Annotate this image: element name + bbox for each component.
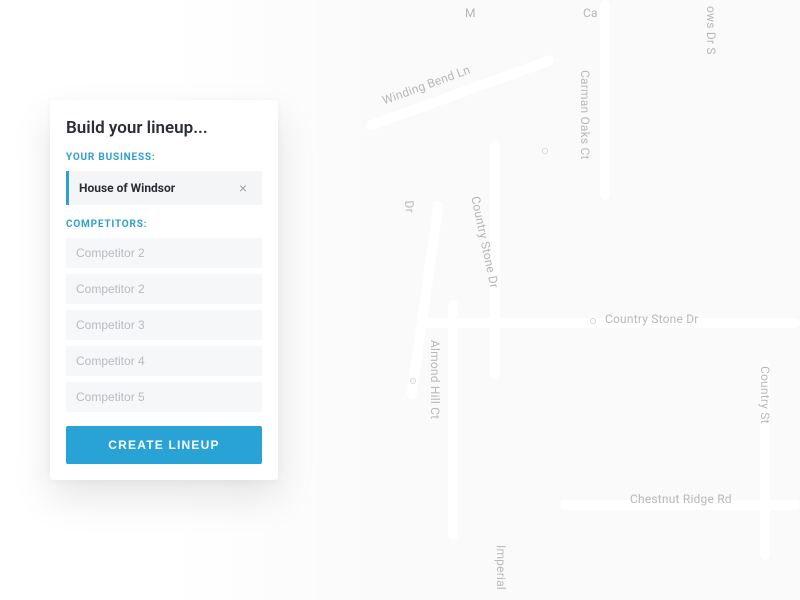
competitor-input-3[interactable] xyxy=(66,310,262,340)
your-business-label: YOUR BUSINESS: xyxy=(66,152,262,163)
competitor-input-5[interactable] xyxy=(66,382,262,412)
clear-business-button[interactable]: × xyxy=(234,179,252,197)
create-lineup-button[interactable]: CREATE LINEUP xyxy=(66,426,262,464)
close-icon: × xyxy=(239,180,247,196)
street-label: Almond Hill Ct xyxy=(428,340,442,419)
competitor-input-4[interactable] xyxy=(66,346,262,376)
competitor-input-1[interactable] xyxy=(66,238,262,268)
competitor-input-2[interactable] xyxy=(66,274,262,304)
street-label-partial: Country St xyxy=(758,366,772,424)
business-name: House of Windsor xyxy=(79,181,234,195)
competitors-label: COMPETITORS: xyxy=(66,219,262,230)
street-label: Carman Oaks Ct xyxy=(578,70,592,160)
business-row: House of Windsor × xyxy=(66,171,262,205)
street-label: Chestnut Ridge Rd xyxy=(630,492,732,506)
card-title: Build your lineup... xyxy=(66,118,262,138)
street-label: Imperial xyxy=(494,545,508,590)
street-label-partial: Ca xyxy=(583,6,598,20)
street-label-partial: Dr xyxy=(402,200,417,213)
street-label: Country Stone Dr xyxy=(605,312,699,326)
lineup-card: Build your lineup... YOUR BUSINESS: Hous… xyxy=(50,100,278,480)
street-label-partial: ows Dr S xyxy=(704,6,718,55)
competitor-list xyxy=(66,238,262,412)
street-label-partial: M xyxy=(465,6,476,20)
